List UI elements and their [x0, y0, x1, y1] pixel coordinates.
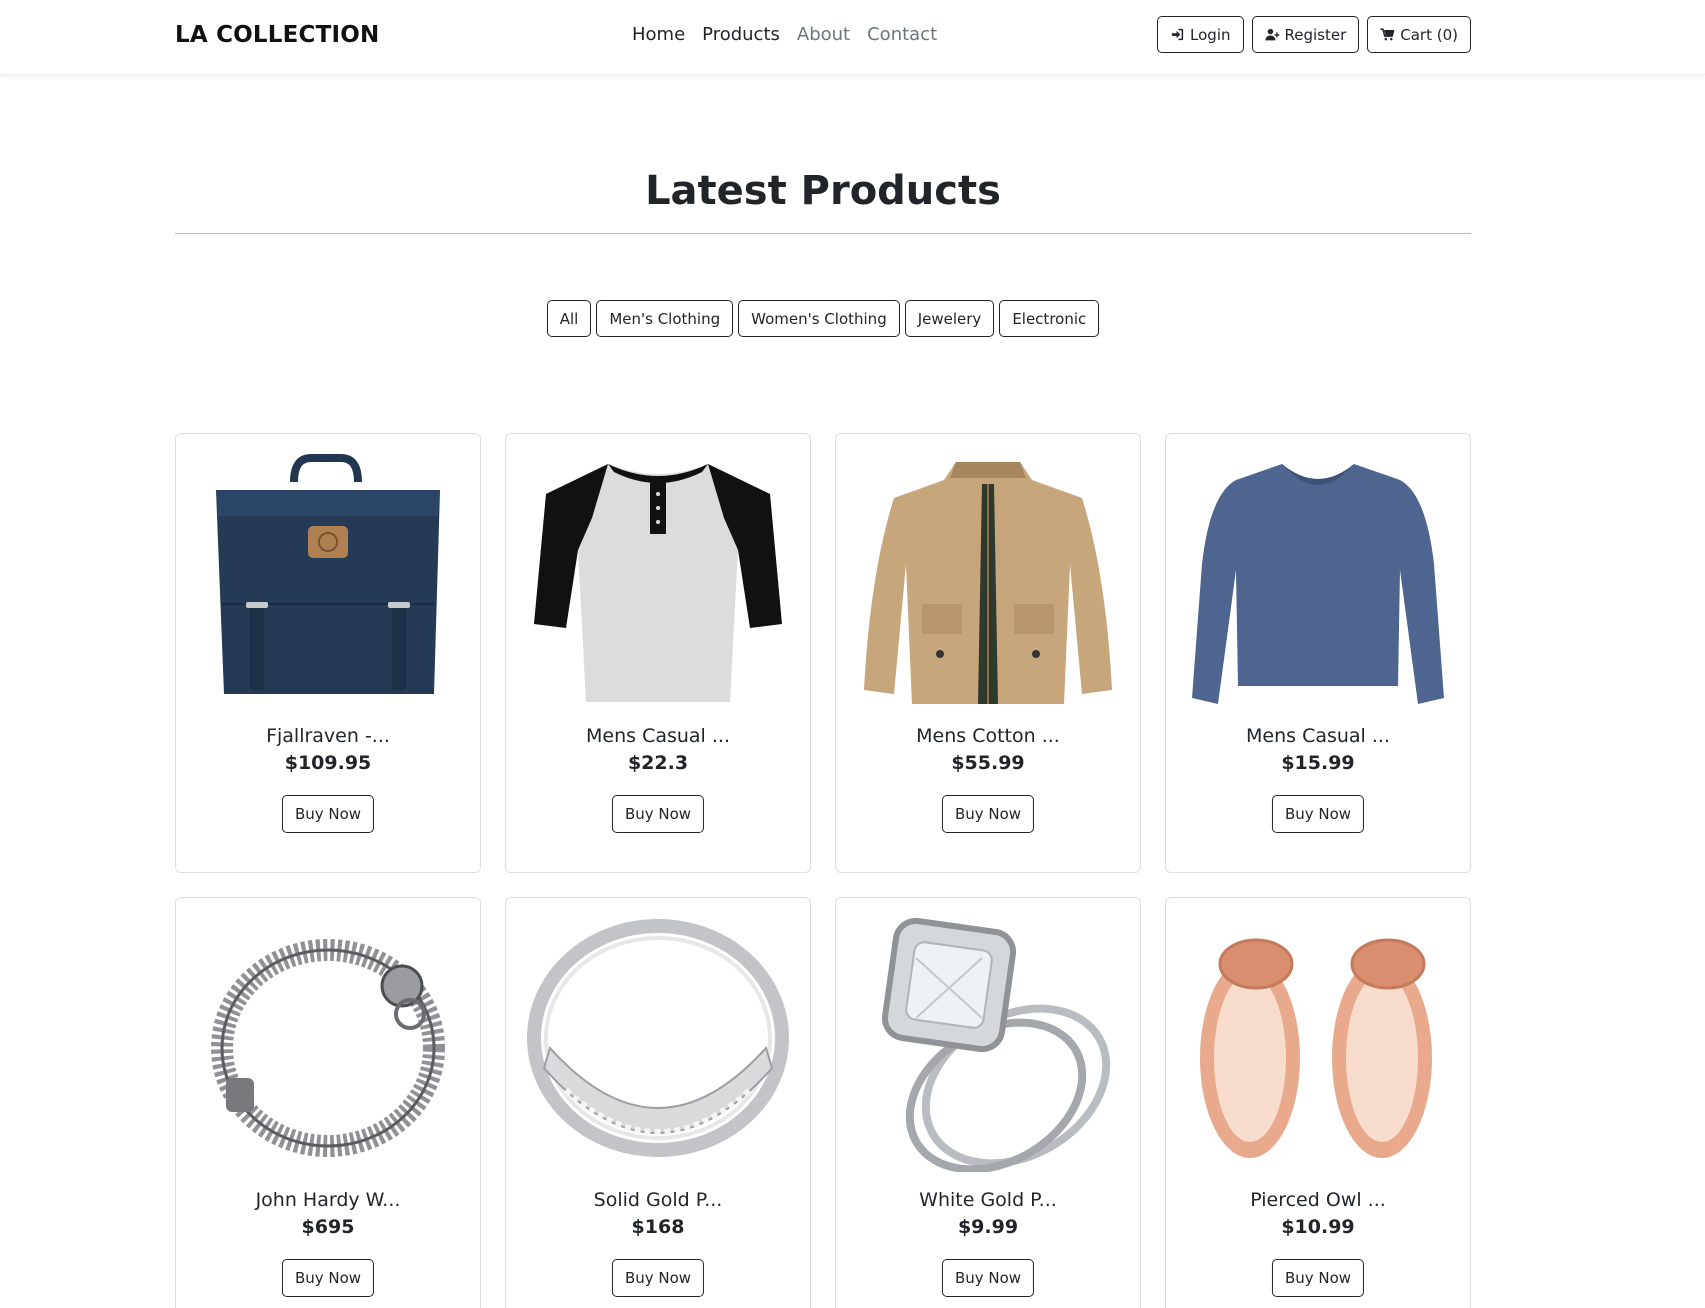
register-button[interactable]: Register	[1251, 16, 1360, 53]
tshirt-image	[534, 464, 782, 702]
product-price: $168	[631, 1216, 685, 1238]
login-button[interactable]: Login	[1157, 16, 1244, 53]
nav-link-home[interactable]: Home	[632, 24, 685, 45]
sign-in-icon	[1171, 28, 1184, 41]
buy-now-button[interactable]: Buy Now	[1271, 795, 1365, 833]
product-name: Mens Casual ...	[1246, 725, 1390, 747]
product-card[interactable]: Fjallraven -... $109.95 Buy Now	[175, 433, 481, 873]
product-price: $109.95	[284, 752, 372, 774]
product-card[interactable]: Solid Gold P... $168 Buy Now	[505, 897, 811, 1308]
band-ring-image	[527, 919, 789, 1157]
brand-logo[interactable]: LA COLLECTION	[175, 22, 379, 48]
cart-button[interactable]: Cart (0)	[1367, 16, 1471, 53]
product-image[interactable]	[856, 918, 1120, 1172]
product-image[interactable]	[196, 454, 460, 708]
filter-electronic-button[interactable]: Electronic	[999, 300, 1100, 337]
nav-link-about[interactable]: About	[797, 24, 850, 45]
product-price: $695	[301, 1216, 355, 1238]
product-image[interactable]	[856, 454, 1120, 708]
product-name: Solid Gold P...	[593, 1189, 723, 1211]
product-name: Fjallraven -...	[266, 725, 390, 747]
longsleeve-shirt-image	[1192, 464, 1444, 704]
buy-now-button[interactable]: Buy Now	[1271, 1259, 1365, 1297]
navbar: LA COLLECTION Home Products About Contac…	[0, 0, 1705, 75]
bracelet-image	[211, 939, 445, 1157]
user-plus-icon	[1264, 28, 1279, 41]
buy-now-button[interactable]: Buy Now	[611, 1259, 705, 1297]
ear-plugs-image	[1200, 938, 1432, 1158]
buy-now-button[interactable]: Buy Now	[281, 1259, 375, 1297]
product-card[interactable]: Mens Casual ... $22.3 Buy Now	[505, 433, 811, 873]
product-price: $15.99	[1281, 752, 1355, 774]
filter-jewelery-button[interactable]: Jewelery	[904, 300, 995, 337]
register-label: Register	[1284, 25, 1347, 44]
product-image[interactable]	[526, 454, 790, 708]
shopping-cart-icon	[1380, 28, 1395, 41]
filter-womens-clothing-button[interactable]: Women's Clothing	[738, 300, 900, 337]
cart-label: Cart (0)	[1400, 25, 1458, 44]
title-divider	[175, 233, 1471, 234]
buy-now-button[interactable]: Buy Now	[611, 795, 705, 833]
nav-actions: Login Register Cart (0)	[1157, 16, 1471, 53]
product-image[interactable]	[526, 918, 790, 1172]
product-price: $9.99	[957, 1216, 1019, 1238]
product-price: $22.3	[627, 752, 689, 774]
nav-links: Home Products About Contact	[632, 24, 937, 45]
product-card[interactable]: Mens Casual ... $15.99 Buy Now	[1165, 433, 1471, 873]
diamond-ring-image	[881, 918, 1111, 1172]
product-price: $55.99	[951, 752, 1025, 774]
product-name: Mens Cotton ...	[916, 725, 1060, 747]
product-card[interactable]: Pierced Owl ... $10.99 Buy Now	[1165, 897, 1471, 1308]
product-name: Pierced Owl ...	[1250, 1189, 1386, 1211]
nav-link-products[interactable]: Products	[702, 24, 780, 45]
product-name: John Hardy W...	[255, 1189, 401, 1211]
product-price: $10.99	[1281, 1216, 1355, 1238]
jacket-image	[864, 462, 1112, 704]
product-image[interactable]	[1186, 454, 1450, 708]
product-image[interactable]	[1186, 918, 1450, 1172]
filter-all-button[interactable]: All	[546, 300, 592, 337]
buy-now-button[interactable]: Buy Now	[281, 795, 375, 833]
product-name: White Gold P...	[919, 1189, 1057, 1211]
product-card[interactable]: John Hardy W... $695 Buy Now	[175, 897, 481, 1308]
product-card[interactable]: Mens Cotton ... $55.99 Buy Now	[835, 433, 1141, 873]
product-name: Mens Casual ...	[586, 725, 730, 747]
backpack-image	[216, 454, 440, 694]
filter-mens-clothing-button[interactable]: Men's Clothing	[596, 300, 734, 337]
product-image[interactable]	[196, 918, 460, 1172]
page-title: Latest Products	[645, 168, 1001, 214]
nav-link-contact[interactable]: Contact	[867, 24, 937, 45]
login-label: Login	[1190, 25, 1231, 44]
product-card[interactable]: White Gold P... $9.99 Buy Now	[835, 897, 1141, 1308]
category-filters: All Men's Clothing Women's Clothing Jewe…	[0, 300, 1646, 337]
buy-now-button[interactable]: Buy Now	[941, 1259, 1035, 1297]
buy-now-button[interactable]: Buy Now	[941, 795, 1035, 833]
